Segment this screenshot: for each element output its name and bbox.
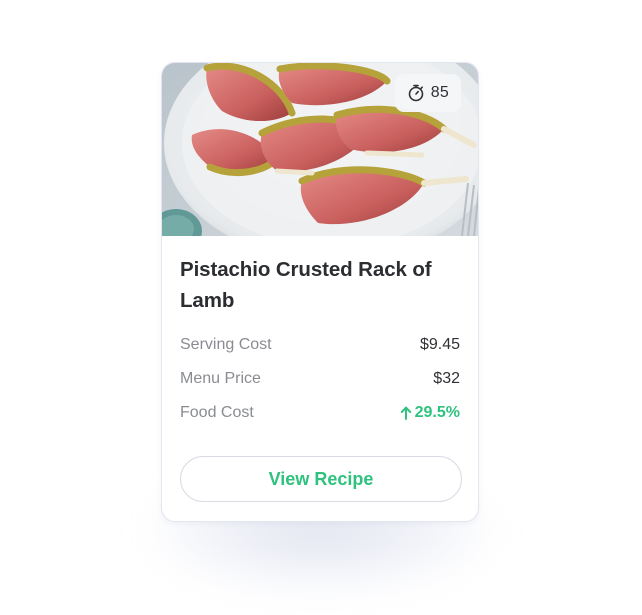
page: 85 Pistachio Crusted Rack of Lamb Servin… (0, 0, 642, 615)
cook-time-badge: 85 (394, 74, 461, 112)
stopwatch-icon (408, 84, 424, 102)
serving-cost-label: Serving Cost (180, 336, 272, 353)
food-cost-value: 29.5% (414, 404, 460, 421)
serving-cost-value: $9.45 (419, 336, 460, 353)
food-cost-row: Food Cost 29.5% (180, 396, 460, 430)
recipe-card: 85 Pistachio Crusted Rack of Lamb Servin… (161, 62, 479, 522)
food-cost-value-group: 29.5% (400, 404, 460, 422)
menu-price-value: $32 (433, 370, 460, 387)
menu-price-label: Menu Price (180, 370, 261, 387)
cook-time-value: 85 (430, 84, 449, 101)
recipe-title: Pistachio Crusted Rack of Lamb (180, 258, 432, 312)
view-recipe-button[interactable]: View Recipe (180, 456, 462, 502)
food-cost-label: Food Cost (180, 404, 254, 421)
card-body: Pistachio Crusted Rack of Lamb Serving C… (162, 236, 478, 502)
menu-price-row: Menu Price $32 (180, 362, 460, 396)
cost-details: Serving Cost $9.45 Menu Price $32 Food C… (180, 328, 460, 430)
arrow-up-icon (400, 406, 411, 420)
serving-cost-row: Serving Cost $9.45 (180, 328, 460, 362)
recipe-photo: 85 (162, 63, 478, 236)
